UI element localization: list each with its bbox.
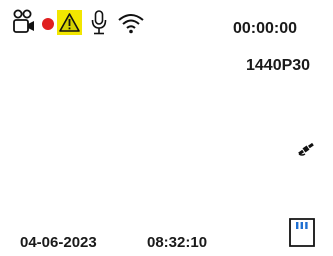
warning-icon [57, 10, 82, 35]
date-display: 04-06-2023 [20, 234, 97, 251]
satellite-icon [297, 141, 315, 157]
microphone-icon [91, 10, 107, 35]
sd-card-icon [289, 218, 315, 247]
wifi-icon [117, 12, 145, 34]
resolution-label: 1440P30 [246, 57, 311, 74]
status-icons [13, 9, 173, 35]
dashcam-icon [13, 9, 35, 35]
clock-display: 08:32:10 [147, 234, 208, 251]
recording-dot-icon [42, 18, 54, 30]
recording-timer: 00:00:00 [233, 20, 298, 37]
